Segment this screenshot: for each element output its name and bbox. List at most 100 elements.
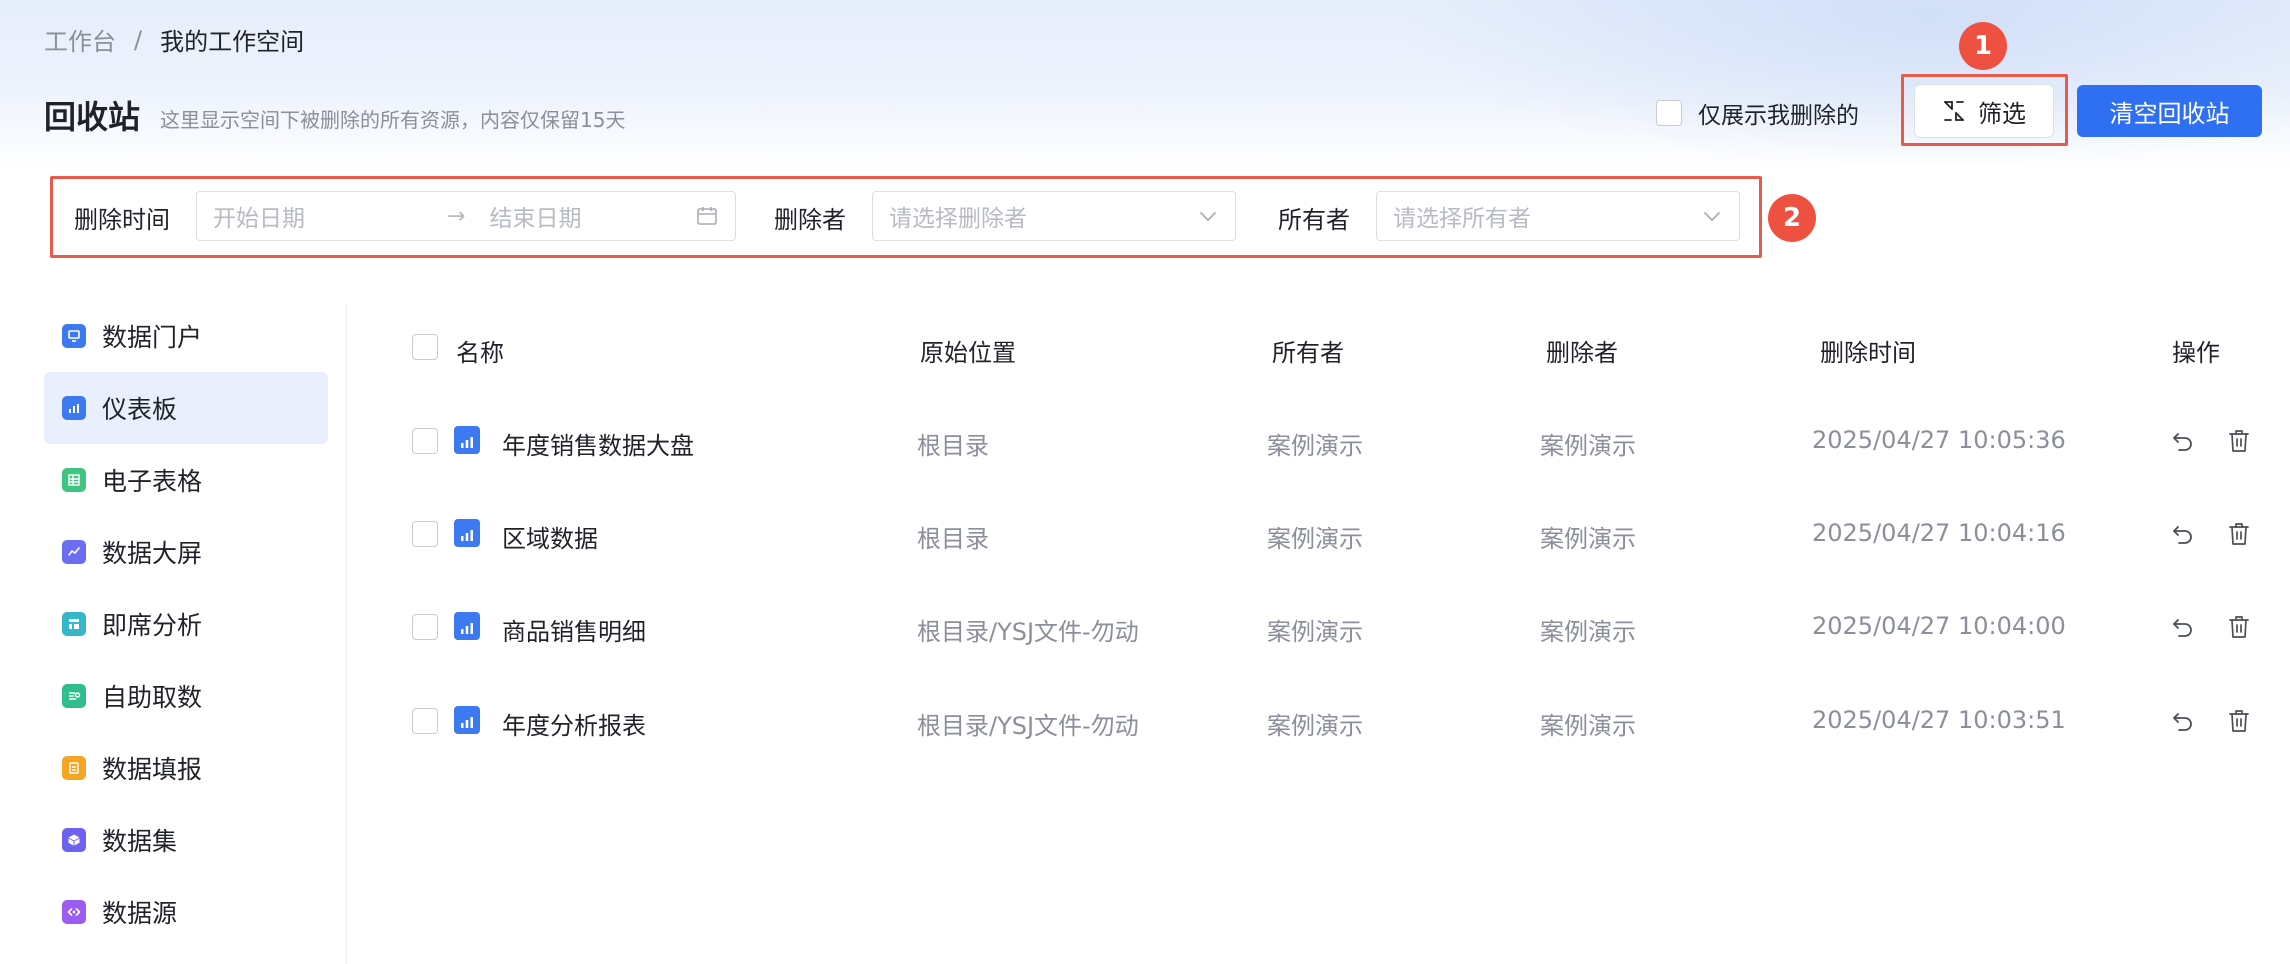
dashboard-file-icon bbox=[454, 426, 480, 454]
annotation-badge-1: 1 bbox=[1959, 22, 2007, 70]
breadcrumb-separator: / bbox=[134, 25, 143, 54]
dashboard-file-icon bbox=[454, 612, 480, 640]
chevron-down-icon bbox=[1701, 205, 1723, 227]
restore-icon[interactable] bbox=[2170, 614, 2196, 640]
owner-select[interactable]: 请选择所有者 bbox=[1376, 191, 1740, 241]
column-header-location[interactable]: 原始位置 bbox=[920, 333, 1016, 368]
row-deleter: 案例演示 bbox=[1540, 525, 1636, 553]
sidebar-item-self-service[interactable]: 自助取数 bbox=[44, 660, 328, 732]
sidebar-item-dashboard[interactable]: 仪表板 bbox=[44, 372, 328, 444]
chevron-down-icon bbox=[1197, 205, 1219, 227]
column-header-owner[interactable]: 所有者 bbox=[1272, 333, 1344, 368]
only-mine-label: 仅展示我删除的 bbox=[1698, 103, 1859, 129]
owner-label: 所有者 bbox=[1278, 206, 1350, 234]
datasource-icon bbox=[62, 900, 86, 924]
sidebar-item-adhoc-analysis[interactable]: 即席分析 bbox=[44, 588, 328, 660]
delete-icon[interactable] bbox=[2227, 521, 2251, 547]
column-header-actions: 操作 bbox=[2172, 339, 2220, 367]
delete-icon[interactable] bbox=[2227, 614, 2251, 640]
calendar-icon[interactable] bbox=[695, 204, 719, 228]
sidebar-item-label: 数据门户 bbox=[102, 323, 203, 352]
data-entry-icon bbox=[62, 756, 86, 780]
dashboard-file-icon bbox=[454, 706, 480, 734]
row-checkbox[interactable] bbox=[412, 521, 438, 547]
filter-button[interactable]: 筛选 bbox=[1914, 84, 2054, 138]
restore-icon[interactable] bbox=[2170, 428, 2196, 454]
sidebar-item-label: 即席分析 bbox=[102, 611, 203, 640]
row-owner: 案例演示 bbox=[1267, 618, 1363, 646]
sidebar-item-label: 数据源 bbox=[102, 899, 178, 928]
restore-icon[interactable] bbox=[2170, 521, 2196, 547]
sidebar-item-label: 仪表板 bbox=[102, 395, 178, 424]
end-date-input[interactable]: 结束日期 bbox=[489, 199, 695, 233]
sidebar-item-data-entry[interactable]: 数据填报 bbox=[44, 732, 328, 804]
adhoc-analysis-icon bbox=[62, 612, 86, 636]
sidebar-item-label: 数据集 bbox=[102, 827, 178, 856]
row-location: 根目录 bbox=[917, 432, 989, 460]
row-name[interactable]: 年度分析报表 bbox=[502, 706, 646, 741]
breadcrumb-current: 我的工作空间 bbox=[160, 28, 305, 56]
sidebar-item-label: 数据大屏 bbox=[102, 539, 203, 568]
row-location: 根目录/YSJ文件-勿动 bbox=[917, 712, 1139, 740]
row-deleter: 案例演示 bbox=[1540, 618, 1636, 646]
range-arrow-icon: → bbox=[447, 203, 466, 229]
sidebar-item-label: 自助取数 bbox=[102, 683, 203, 712]
sidebar-item-dataset[interactable]: 数据集 bbox=[44, 804, 328, 876]
delete-icon[interactable] bbox=[2227, 428, 2251, 454]
sidebar-item-datasource[interactable]: 数据源 bbox=[44, 876, 328, 948]
delete-time-label: 删除时间 bbox=[74, 206, 170, 234]
row-name[interactable]: 区域数据 bbox=[502, 519, 598, 554]
row-deleted-at: 2025/04/27 10:04:00 bbox=[1812, 612, 2066, 640]
dataset-icon bbox=[62, 828, 86, 852]
breadcrumb-root[interactable]: 工作台 bbox=[44, 22, 116, 57]
row-name[interactable]: 年度销售数据大盘 bbox=[502, 426, 694, 461]
sidebar-item-portal[interactable]: 数据门户 bbox=[44, 300, 328, 372]
sidebar-item-label: 电子表格 bbox=[102, 467, 203, 496]
row-location: 根目录/YSJ文件-勿动 bbox=[917, 618, 1139, 646]
deleter-select-placeholder: 请选择删除者 bbox=[889, 206, 1027, 232]
row-checkbox[interactable] bbox=[412, 428, 438, 454]
filter-button-label: 筛选 bbox=[1978, 99, 2026, 128]
annotation-badge-2: 2 bbox=[1768, 194, 1816, 242]
spreadsheet-icon bbox=[62, 468, 86, 492]
sidebar-item-spreadsheet[interactable]: 电子表格 bbox=[44, 444, 328, 516]
page-title: 回收站 bbox=[44, 98, 141, 136]
breadcrumb: 工作台 / 我的工作空间 bbox=[44, 22, 304, 57]
row-deleter: 案例演示 bbox=[1540, 432, 1636, 460]
dashboard-file-icon bbox=[454, 519, 480, 547]
clear-recycle-bin-button[interactable]: 清空回收站 bbox=[2077, 85, 2262, 137]
sidebar-item-label: 数据填报 bbox=[102, 755, 203, 784]
page-description: 这里显示空间下被删除的所有资源，内容仅保留15天 bbox=[160, 108, 626, 132]
column-header-name[interactable]: 名称 bbox=[456, 333, 504, 368]
only-mine-checkbox[interactable] bbox=[1656, 100, 1682, 126]
sidebar-divider bbox=[346, 303, 347, 964]
only-mine-toggle[interactable]: 仅展示我删除的 bbox=[1656, 96, 1859, 130]
row-checkbox[interactable] bbox=[412, 614, 438, 640]
filter-icon bbox=[1942, 99, 1966, 123]
delete-time-range-picker[interactable]: 开始日期 → 结束日期 bbox=[196, 191, 736, 241]
select-all-checkbox[interactable] bbox=[412, 334, 438, 360]
self-service-icon bbox=[62, 684, 86, 708]
row-owner: 案例演示 bbox=[1267, 712, 1363, 740]
owner-select-placeholder: 请选择所有者 bbox=[1393, 206, 1531, 232]
row-deleted-at: 2025/04/27 10:04:16 bbox=[1812, 519, 2066, 547]
row-deleted-at: 2025/04/27 10:03:51 bbox=[1812, 706, 2066, 734]
column-header-deleter[interactable]: 删除者 bbox=[1546, 333, 1618, 368]
row-name[interactable]: 商品销售明细 bbox=[502, 612, 646, 647]
row-deleted-at: 2025/04/27 10:05:36 bbox=[1812, 426, 2066, 454]
row-owner: 案例演示 bbox=[1267, 525, 1363, 553]
deleter-select[interactable]: 请选择删除者 bbox=[872, 191, 1236, 241]
row-deleter: 案例演示 bbox=[1540, 712, 1636, 740]
sidebar-item-big-screen[interactable]: 数据大屏 bbox=[44, 516, 328, 588]
restore-icon[interactable] bbox=[2170, 708, 2196, 734]
delete-icon[interactable] bbox=[2227, 708, 2251, 734]
row-checkbox[interactable] bbox=[412, 708, 438, 734]
portal-icon bbox=[62, 324, 86, 348]
deleter-label: 删除者 bbox=[774, 206, 846, 234]
row-owner: 案例演示 bbox=[1267, 432, 1363, 460]
resource-type-sidebar: 数据门户 仪表板 电子表格 数据大屏 即席分析 自助取数 数据填报 数据集 数据… bbox=[44, 300, 328, 948]
row-location: 根目录 bbox=[917, 525, 989, 553]
column-header-deleted-at[interactable]: 删除时间 bbox=[1820, 333, 1916, 368]
dashboard-icon bbox=[62, 396, 86, 420]
start-date-input[interactable]: 开始日期 bbox=[213, 199, 423, 233]
